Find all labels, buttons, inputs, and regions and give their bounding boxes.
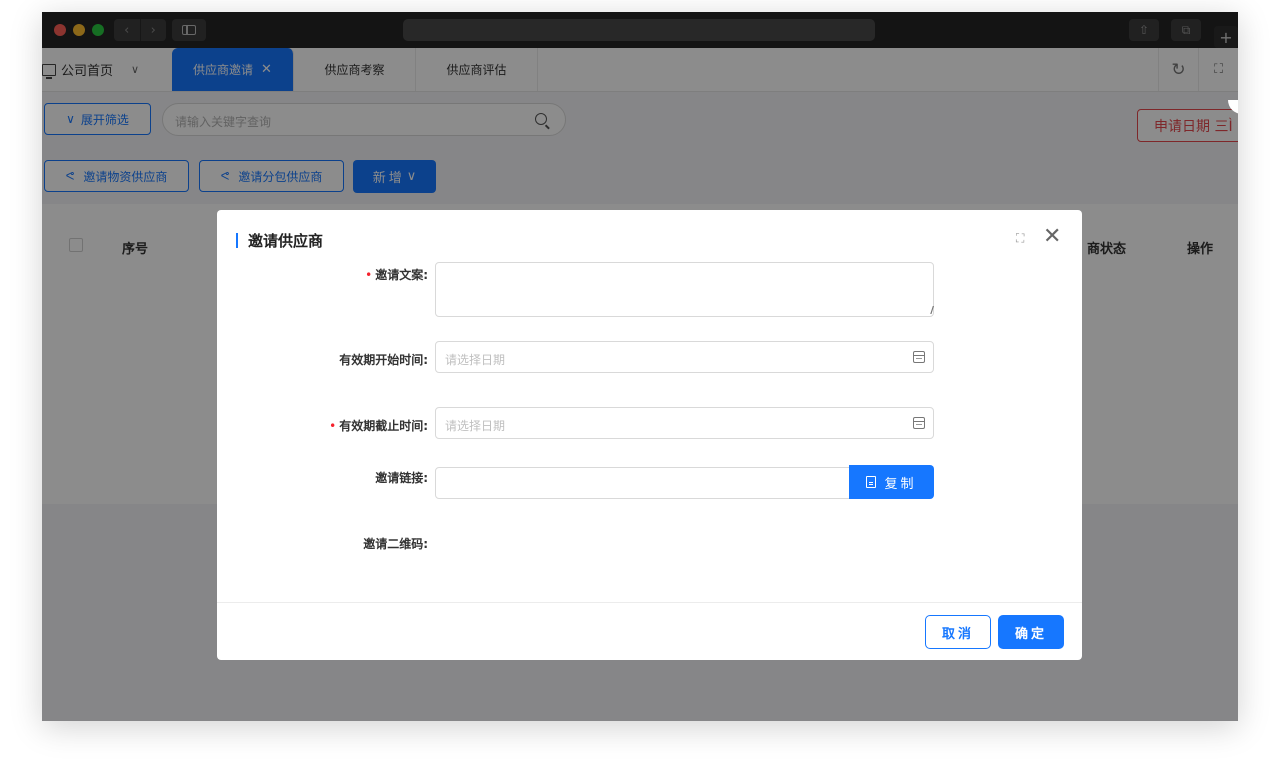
browser-window: ‹ › ⇧ ⧉ + 公司首页 ∨ 供应商邀请 ✕ 供应商考察 供应商评估 ↻ ⛶… — [42, 12, 1238, 721]
dialog-footer: 取消 确定 — [217, 602, 1082, 660]
copy-label: 复制 — [884, 476, 917, 492]
end-time-label: • 有效期截止时间: — [329, 419, 428, 433]
end-date-picker[interactable]: 请选择日期 — [435, 407, 934, 439]
start-time-label: 有效期开始时间: — [339, 353, 428, 367]
calendar-icon — [913, 417, 925, 429]
copy-link-button[interactable]: 复制 — [849, 465, 934, 499]
calendar-icon — [913, 351, 925, 363]
start-date-picker[interactable]: 请选择日期 — [435, 341, 934, 373]
invite-link-label: 邀请链接: — [375, 471, 428, 485]
required-mark: • — [329, 419, 337, 433]
confirm-label: 确定 — [1014, 626, 1047, 642]
confirm-button[interactable]: 确定 — [998, 615, 1064, 649]
expand-icon[interactable]: ⛶ — [1016, 231, 1024, 246]
start-date-placeholder: 请选择日期 — [445, 353, 506, 367]
qrcode-label: 邀请二维码: — [363, 537, 428, 551]
invite-link-field[interactable] — [435, 467, 850, 499]
dialog-title: 邀请供应商 — [236, 230, 323, 251]
cancel-label: 取消 — [941, 626, 974, 642]
required-mark: • — [365, 268, 373, 282]
invite-text-label: • 邀请文案: — [365, 268, 428, 282]
close-icon[interactable]: ✕ — [1043, 224, 1061, 249]
cancel-button[interactable]: 取消 — [925, 615, 991, 649]
end-date-placeholder: 请选择日期 — [445, 419, 506, 433]
document-icon — [866, 476, 877, 488]
invite-text-field[interactable] — [435, 262, 934, 317]
invite-supplier-dialog: 邀请供应商 ⛶ ✕ •邀请文案: 有效期开始时间: 请选择日期 •有效期截止时间… — [217, 210, 1082, 660]
